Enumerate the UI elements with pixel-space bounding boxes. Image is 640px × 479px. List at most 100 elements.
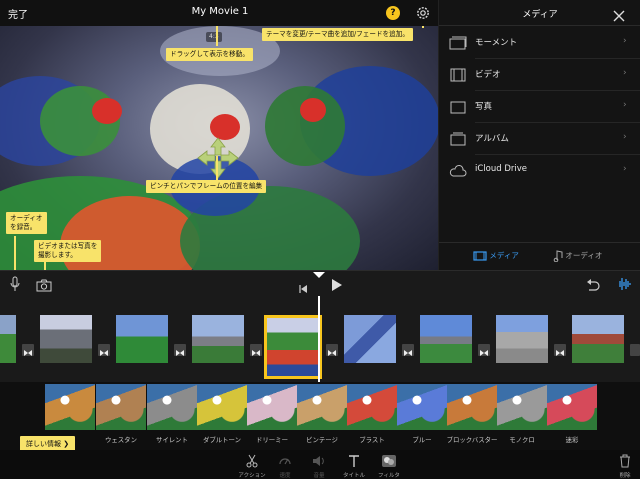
filter-strip: ウェスタン サイレント ダブルトーン ドリーミー ビンテージ ブラスト ブルー …	[0, 382, 640, 450]
bottom-toolbar: アクション 速度 音量 タイトル フィルタ 削除	[0, 450, 640, 479]
trash-icon	[620, 454, 630, 468]
filter-option[interactable]: ブラスト	[347, 384, 397, 448]
filter-name: 迷彩	[565, 436, 579, 444]
filter-option[interactable]: モノクロ	[497, 384, 547, 448]
speed-icon	[279, 458, 291, 465]
filter-option[interactable]: サイレント	[147, 384, 197, 448]
timeline-clip[interactable]	[116, 315, 168, 363]
timeline-clip-selected[interactable]	[264, 315, 322, 379]
music-note-icon	[553, 250, 563, 263]
settings-gear-icon[interactable]	[415, 5, 431, 21]
transition-icon[interactable]	[98, 344, 110, 356]
playhead-marker-icon	[313, 272, 325, 278]
aspect-ratio-badge: 4:3	[206, 32, 222, 42]
timeline[interactable]	[0, 296, 640, 382]
timeline-clip[interactable]	[0, 315, 16, 363]
filter-option[interactable]: ウェスタン	[96, 384, 146, 448]
filter-thumbnail	[497, 384, 547, 430]
chevron-right-icon: ›	[623, 132, 627, 142]
play-icon[interactable]	[331, 277, 343, 296]
filter-thumbnail	[347, 384, 397, 430]
timeline-clip[interactable]	[344, 315, 396, 363]
media-item-label: モーメント	[475, 38, 518, 48]
filter-option[interactable]: ブルー	[397, 384, 447, 448]
transition-icon[interactable]	[326, 344, 338, 356]
tip-pinch-pan: ピンチとパンでフレームの位置を編集	[146, 180, 267, 193]
help-button[interactable]: ?	[386, 6, 400, 20]
media-item-photos[interactable]: 写真 ›	[439, 90, 640, 122]
filter-thumbnail	[547, 384, 597, 430]
volume-icon	[313, 456, 324, 466]
tab-audio-label: オーディオ	[565, 251, 603, 260]
transition-icon[interactable]	[174, 344, 186, 356]
chevron-right-icon: ›	[623, 164, 627, 174]
cloud-icon	[449, 163, 467, 177]
album-icon	[449, 131, 467, 146]
filter-thumbnail	[297, 384, 347, 430]
tab-audio[interactable]: オーディオ	[553, 250, 603, 263]
filter-thumbnail	[197, 384, 247, 430]
transition-icon[interactable]	[402, 344, 414, 356]
scene-shape	[300, 98, 326, 122]
timeline-clip[interactable]	[420, 315, 472, 363]
tool-filter[interactable]: フィルタ	[372, 453, 406, 479]
moments-icon	[449, 35, 467, 50]
transition-icon[interactable]	[478, 344, 490, 356]
tip-audio-line-2: を録音。	[10, 223, 37, 231]
media-tabs: メディア オーディオ	[439, 242, 640, 270]
tip-pointer	[216, 26, 218, 46]
move-arrows-icon[interactable]	[196, 136, 240, 180]
video-preview[interactable]: 4:3 ドラッグして表示を移動。 テーマを変更/テーマ曲を追加/フェードを追加。…	[0, 26, 438, 270]
filter-thumbnail	[247, 384, 297, 430]
filter-option[interactable]: ダブルトーン	[197, 384, 247, 448]
delete-label: 削除	[619, 473, 631, 479]
timeline-clip[interactable]	[40, 315, 92, 363]
filter-option[interactable]: 迷彩	[547, 384, 597, 448]
tool-label: フィルタ	[378, 473, 400, 479]
undo-icon[interactable]	[586, 277, 600, 296]
filter-thumbnail	[447, 384, 497, 430]
tip-video-line-1: ビデオまたは写真を	[38, 242, 98, 250]
media-item-icloud[interactable]: iCloud Drive ›	[439, 154, 640, 186]
photo-icon	[449, 99, 467, 114]
timeline-clip[interactable]	[572, 315, 624, 363]
tip-video-photo: ビデオまたは写真を 撮影します。	[34, 240, 102, 262]
transition-icon[interactable]	[554, 344, 566, 356]
tab-media[interactable]: メディア	[473, 250, 519, 261]
media-item-label: iCloud Drive	[475, 164, 528, 174]
timeline-clip[interactable]	[192, 315, 244, 363]
media-header: メディア	[439, 0, 640, 26]
filter-icon	[382, 455, 396, 467]
filter-option[interactable]: ブロックバスター	[447, 384, 497, 448]
media-item-moments[interactable]: モーメント ›	[439, 26, 640, 58]
audio-waveform-icon[interactable]	[616, 276, 632, 296]
transition-icon[interactable]	[630, 344, 640, 356]
tip-theme: テーマを変更/テーマ曲を追加/フェードを追加。	[262, 28, 413, 41]
project-title: My Movie 1	[191, 6, 249, 17]
tip-audio-line-1: オーディオ	[10, 214, 43, 222]
tip-pointer	[44, 262, 46, 270]
tip-pointer	[14, 236, 16, 270]
scene-shape	[265, 86, 345, 166]
media-item-albums[interactable]: アルバム ›	[439, 122, 640, 154]
transition-icon[interactable]	[22, 344, 34, 356]
close-icon[interactable]	[613, 7, 625, 22]
media-item-video[interactable]: ビデオ ›	[439, 58, 640, 90]
microphone-icon[interactable]	[9, 276, 21, 296]
media-title: メディア	[522, 10, 558, 20]
scene-shape	[92, 98, 122, 124]
filter-option[interactable]: ビンテージ	[297, 384, 347, 448]
tip-audio-record: オーディオ を録音。	[6, 212, 47, 234]
media-item-label: アルバム	[475, 134, 509, 144]
timeline-clip[interactable]	[496, 315, 548, 363]
tip-pointer	[422, 26, 424, 28]
transition-icon[interactable]	[250, 344, 262, 356]
done-button[interactable]: 完了	[8, 6, 28, 21]
camera-icon[interactable]	[36, 277, 52, 296]
chevron-right-icon: ›	[623, 68, 627, 78]
filter-option[interactable]: ドリーミー	[247, 384, 297, 448]
playhead[interactable]	[318, 296, 320, 382]
delete-button[interactable]: 削除	[608, 453, 640, 479]
title-icon	[349, 455, 359, 467]
chevron-right-icon: ›	[623, 36, 627, 46]
